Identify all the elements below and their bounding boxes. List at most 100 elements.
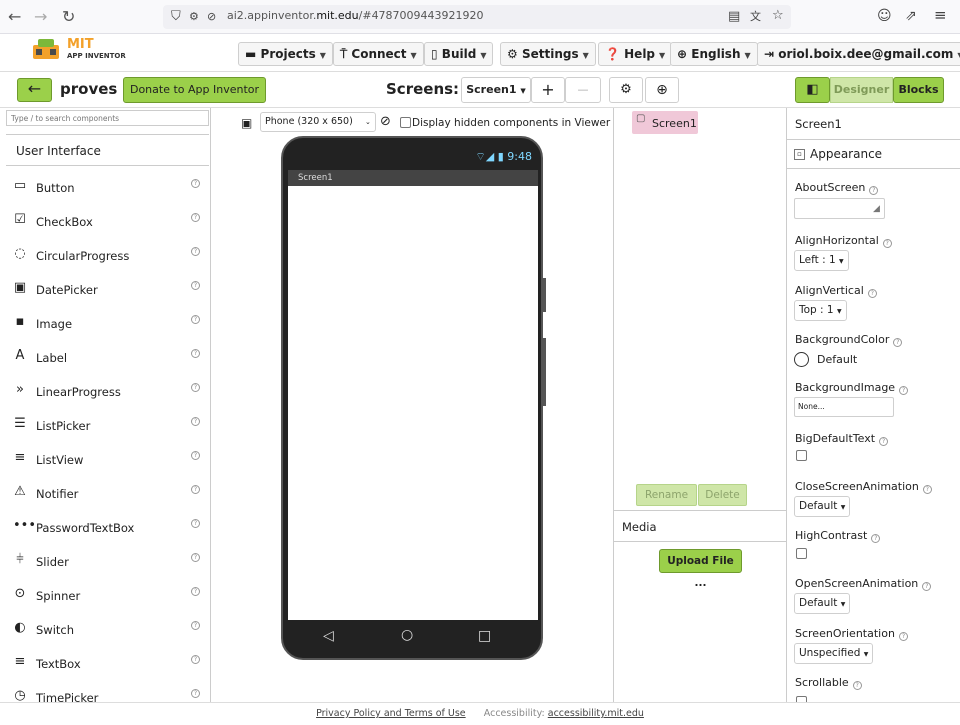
palette-item[interactable]: A Label?: [6, 340, 211, 374]
help-icon[interactable]: ?: [869, 186, 879, 195]
accessibility-link[interactable]: accessibility.mit.edu: [548, 708, 644, 719]
help-icon[interactable]: ?: [879, 437, 889, 446]
palette-item[interactable]: ⫩ Slider?: [6, 544, 211, 578]
address-bar[interactable]: ⛉ ⚙ ⊘ ai2.appinventor.mit.edu/#478700944…: [163, 5, 791, 29]
shield-icon[interactable]: ⛉: [171, 9, 181, 25]
display-hidden-checkbox[interactable]: [400, 117, 411, 128]
help-icon[interactable]: ?: [191, 349, 200, 358]
palette-item[interactable]: ◐ Switch?: [6, 612, 211, 646]
settings-menu[interactable]: ⚙ Settings ▼: [500, 42, 596, 66]
account-icon[interactable]: ☺: [877, 8, 892, 24]
help-icon[interactable]: ?: [191, 485, 200, 494]
palette-item[interactable]: ▭ Button?: [6, 170, 211, 204]
help-icon[interactable]: ?: [871, 534, 881, 543]
palette-item[interactable]: ▪ Image?: [6, 306, 211, 340]
nav-back-icon[interactable]: ◁: [323, 628, 334, 644]
donate-button[interactable]: Donate to App Inventor: [123, 77, 266, 103]
high-contrast-checkbox[interactable]: [796, 548, 807, 559]
help-icon[interactable]: ?: [191, 213, 200, 222]
help-icon[interactable]: ?: [191, 417, 200, 426]
palette-category-header[interactable]: User Interface: [6, 134, 209, 166]
screen-select[interactable]: Screen1 ▼: [461, 77, 531, 103]
help-icon[interactable]: ?: [922, 485, 932, 494]
project-properties-button[interactable]: ⚙: [609, 77, 643, 103]
help-icon[interactable]: ?: [191, 519, 200, 528]
mit-app-inventor-logo[interactable]: MIT APP INVENTOR: [30, 37, 130, 67]
background-image-picker[interactable]: None...: [794, 397, 894, 417]
palette-item[interactable]: ◷ TimePicker?: [6, 680, 211, 702]
palette-item[interactable]: ••• PasswordTextBox?: [6, 510, 211, 544]
palette-item[interactable]: ⚠ Notifier?: [6, 476, 211, 510]
remove-screen-button[interactable]: —: [565, 77, 601, 103]
build-menu[interactable]: ▯ Build ▼: [424, 42, 494, 66]
bookmark-star-icon[interactable]: ☆: [772, 8, 784, 24]
blocks-button[interactable]: Blocks: [893, 77, 944, 103]
help-icon[interactable]: ?: [899, 386, 909, 395]
menu-icon[interactable]: ≡: [934, 7, 947, 23]
component-search-input[interactable]: [6, 110, 209, 126]
help-icon[interactable]: ?: [893, 338, 903, 347]
help-icon[interactable]: ?: [882, 239, 892, 248]
help-icon[interactable]: ?: [191, 451, 200, 460]
add-screen-button[interactable]: +: [531, 77, 565, 103]
close-animation-select[interactable]: Default ▼: [794, 496, 851, 517]
align-vertical-select[interactable]: Top : 1 ▼: [794, 300, 847, 321]
upload-file-button[interactable]: Upload File ...: [659, 549, 742, 589]
help-icon[interactable]: ?: [191, 621, 200, 630]
arrow-left-icon[interactable]: ←: [8, 8, 21, 26]
tracking-off-icon[interactable]: ⊘: [207, 9, 216, 25]
help-icon[interactable]: ?: [922, 582, 932, 591]
connect-menu[interactable]: ⍑ Connect ▼: [333, 42, 424, 66]
palette-item[interactable]: ▣ DatePicker?: [6, 272, 211, 306]
palette-item[interactable]: ☑ CheckBox?: [6, 204, 211, 238]
back-button[interactable]: ←: [17, 78, 52, 102]
palette-item[interactable]: ☰ ListPicker?: [6, 408, 211, 442]
help-icon[interactable]: ?: [852, 681, 862, 690]
align-horizontal-select[interactable]: Left : 1 ▼: [794, 250, 849, 271]
toggle-panels-button[interactable]: ◧: [795, 77, 830, 103]
translate-icon[interactable]: 文: [750, 9, 761, 25]
device-size-select[interactable]: Phone (320 x 650) ⌄: [260, 112, 376, 132]
help-icon[interactable]: ?: [191, 553, 200, 562]
privacy-link[interactable]: Privacy Policy and Terms of Use: [316, 708, 466, 719]
reload-icon[interactable]: ↻: [62, 8, 75, 26]
tree-item-screen1[interactable]: ▢ Screen1: [632, 111, 698, 134]
background-color-value[interactable]: Default: [817, 353, 857, 366]
about-screen-textarea[interactable]: ◢: [794, 198, 885, 219]
big-default-text-checkbox[interactable]: [796, 450, 807, 461]
projects-menu[interactable]: ▬ Projects ▼: [238, 42, 333, 66]
reader-view-icon[interactable]: ▤: [728, 9, 740, 25]
nav-recents-icon[interactable]: □: [478, 628, 491, 644]
extensions-icon[interactable]: ⇗: [905, 8, 917, 24]
nav-home-icon[interactable]: ○: [401, 627, 413, 643]
palette-item[interactable]: » LinearProgress?: [6, 374, 211, 408]
palette-item[interactable]: ≡ TextBox?: [6, 646, 211, 680]
palette-item[interactable]: ≡ ListView?: [6, 442, 211, 476]
screen-canvas[interactable]: [288, 186, 538, 620]
help-icon[interactable]: ?: [191, 587, 200, 596]
screen-orientation-select[interactable]: Unspecified ▼: [794, 643, 874, 664]
palette-item[interactable]: ◌ CircularProgress?: [6, 238, 211, 272]
designer-button[interactable]: Designer: [830, 77, 893, 103]
help-icon[interactable]: ?: [191, 655, 200, 664]
open-animation-select[interactable]: Default ▼: [794, 593, 851, 614]
help-icon[interactable]: ?: [191, 315, 200, 324]
help-icon[interactable]: ?: [191, 689, 200, 698]
account-menu[interactable]: ⇥ oriol.boix.dee@gmail.com▼: [757, 42, 960, 66]
appearance-section-header[interactable]: ▫ Appearance: [787, 139, 960, 169]
help-icon[interactable]: ?: [191, 383, 200, 392]
permissions-icon[interactable]: ⚙: [189, 9, 199, 25]
help-icon[interactable]: ?: [898, 632, 908, 641]
palette-item[interactable]: ⊙ Spinner?: [6, 578, 211, 612]
help-menu[interactable]: ❓ Help ▼: [598, 42, 673, 66]
delete-button[interactable]: Delete: [698, 484, 747, 506]
publish-button[interactable]: ⊕: [645, 77, 679, 103]
language-menu[interactable]: ⊕ English ▼: [670, 42, 758, 66]
color-swatch-icon[interactable]: [794, 352, 809, 367]
rename-button[interactable]: Rename: [636, 484, 697, 506]
help-icon[interactable]: ?: [191, 281, 200, 290]
arrow-right-icon[interactable]: →: [34, 8, 47, 26]
help-icon[interactable]: ?: [191, 179, 200, 188]
help-icon[interactable]: ?: [867, 289, 877, 298]
help-icon[interactable]: ?: [191, 247, 200, 256]
